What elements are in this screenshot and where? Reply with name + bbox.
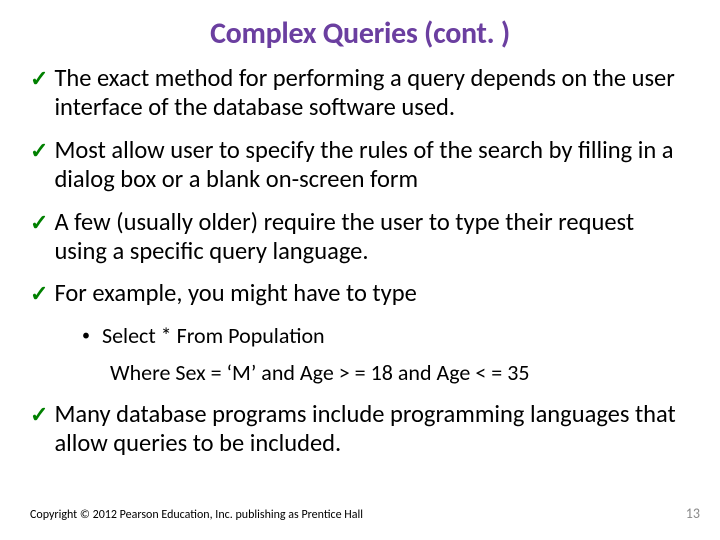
bullet-item: ✓ For example, you might have to type bbox=[30, 279, 690, 308]
copyright-text: Copyright © 2012 Pearson Education, Inc.… bbox=[30, 508, 363, 522]
slide-title: Complex Queries (cont. ) bbox=[30, 15, 690, 52]
sub-bullet-continuation: Where Sex = ‘M’ and Age > = 18 and Age <… bbox=[110, 359, 690, 386]
bullet-dot-icon: • bbox=[82, 328, 90, 344]
sub-bullet-item: • Select * From Population bbox=[82, 322, 690, 349]
check-icon: ✓ bbox=[30, 138, 48, 164]
sub-list: • Select * From Population Where Sex = ‘… bbox=[82, 322, 690, 386]
bullet-text: For example, you might have to type bbox=[54, 279, 416, 308]
page-number: 13 bbox=[686, 505, 700, 522]
bullet-item: ✓ The exact method for performing a quer… bbox=[30, 64, 690, 122]
bullet-text: Many database programs include programmi… bbox=[54, 400, 690, 458]
check-icon: ✓ bbox=[30, 210, 48, 236]
check-icon: ✓ bbox=[30, 402, 48, 428]
bullet-text: Most allow user to specify the rules of … bbox=[54, 136, 690, 194]
slide: Complex Queries (cont. ) ✓ The exact met… bbox=[0, 0, 720, 540]
bullet-item: ✓ A few (usually older) require the user… bbox=[30, 208, 690, 266]
check-icon: ✓ bbox=[30, 66, 48, 92]
bullet-text: The exact method for performing a query … bbox=[54, 64, 690, 122]
bullet-item: ✓ Most allow user to specify the rules o… bbox=[30, 136, 690, 194]
bullet-text: A few (usually older) require the user t… bbox=[54, 208, 690, 266]
sub-bullet-text: Select * From Population bbox=[102, 322, 325, 349]
bullet-list: ✓ The exact method for performing a quer… bbox=[30, 64, 690, 458]
bullet-item: ✓ Many database programs include program… bbox=[30, 400, 690, 458]
check-icon: ✓ bbox=[30, 281, 48, 307]
